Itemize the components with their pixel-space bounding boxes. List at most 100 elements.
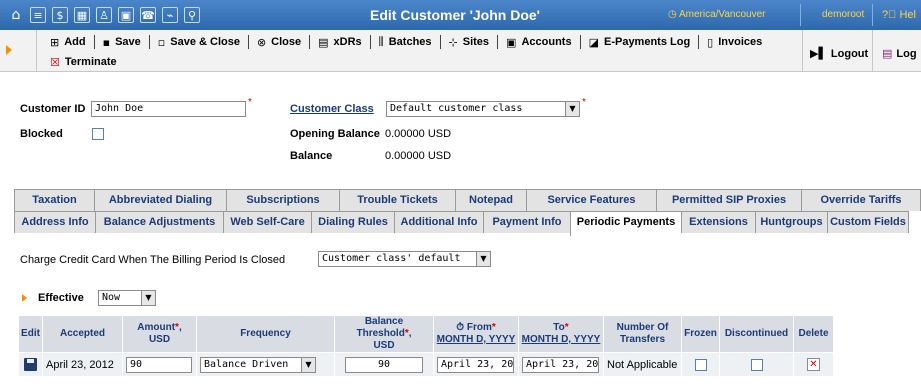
accepted-cell: April 23, 2012 (42, 352, 123, 377)
blocked-label: Blocked (20, 128, 63, 140)
from-date-input[interactable]: April 23, 20 (437, 356, 514, 373)
phone-icon[interactable]: ☎ (140, 7, 156, 23)
divider (802, 30, 803, 72)
amount-input[interactable]: 90 (126, 356, 192, 373)
tab-balance-adjustments[interactable]: Balance Adjustments (95, 211, 223, 233)
batches-button[interactable]: ⫼ Batches (371, 35, 441, 49)
col-amount: Amount*, USD (122, 315, 197, 353)
delete-icon[interactable]: ✕ (807, 358, 820, 371)
col-to: To* MONTH D, YYYY (518, 315, 604, 353)
tab-permitted-sip-proxies[interactable]: Permitted SIP Proxies (656, 189, 801, 211)
sites-button[interactable]: ⊹ Sites (441, 35, 499, 49)
discontinued-checkbox[interactable] (750, 358, 763, 371)
chevron-down-icon: ▼ (476, 252, 490, 266)
e-payments-log-button[interactable]: ◪ E-Payments Log (581, 35, 700, 49)
charge-credit-card-select[interactable]: Customer class' default ▼ (318, 251, 491, 267)
chart-icon[interactable]: ⌁ (162, 7, 178, 23)
clock-icon: ◷ (668, 9, 679, 20)
help-link[interactable]: ?⃞ Hel (882, 0, 916, 30)
chevron-down-icon: ▼ (565, 102, 579, 116)
save-close-button[interactable]: ▫ Save & Close (150, 35, 249, 49)
close-button[interactable]: ⊗ Close (249, 35, 311, 49)
tab-abbreviated-dialing[interactable]: Abbreviated Dialing (94, 189, 226, 211)
terminate-button[interactable]: ☒ Terminate (44, 55, 125, 69)
timer-icon: ⏱ (456, 322, 467, 333)
tab-payment-info[interactable]: Payment Info (483, 211, 570, 233)
tab-dialing-rules[interactable]: Dialing Rules (311, 211, 394, 233)
logout-icon: ▶▌ (810, 47, 827, 60)
tab-subscriptions[interactable]: Subscriptions (226, 189, 339, 211)
from-format-link[interactable]: MONTH D, YYYY (437, 334, 516, 345)
xdrs-icon: ▤ (318, 35, 329, 49)
col-edit: Edit (18, 315, 43, 353)
dollar-icon[interactable]: $ (52, 7, 68, 23)
tab-trouble-tickets[interactable]: Trouble Tickets (339, 189, 455, 211)
effective-select[interactable]: Now ▼ (98, 290, 156, 306)
divider (36, 30, 37, 72)
customer-class-link[interactable]: Customer Class (290, 103, 374, 115)
tab-custom-fields[interactable]: Custom Fields (827, 211, 909, 233)
invoices-icon: ▯ (707, 35, 714, 49)
tab-taxation[interactable]: Taxation (14, 189, 94, 211)
person-icon[interactable]: ♙ (96, 7, 112, 23)
list-icon[interactable]: ≡ (30, 7, 46, 23)
frequency-select[interactable]: Balance Driven ▼ (200, 356, 316, 373)
tab-extensions[interactable]: Extensions (681, 211, 755, 233)
collapse-arrow-icon[interactable] (6, 45, 12, 55)
tab-periodic-payments[interactable]: Periodic Payments (570, 211, 681, 236)
chevron-down-icon: ▼ (301, 357, 315, 372)
invoices-button[interactable]: ▯ Invoices (699, 35, 770, 49)
blocked-checkbox[interactable] (92, 128, 104, 140)
customer-id-input[interactable]: John Doe (91, 101, 246, 117)
required-marker: * (248, 97, 252, 108)
toolbar-row-2: ☒ Terminate (44, 54, 125, 70)
effective-arrow-icon (22, 294, 27, 302)
tab-additional-info[interactable]: Additional Info (394, 211, 483, 233)
to-date-input[interactable]: April 23, 20 (522, 356, 599, 373)
tab-row-2: Address Info Balance Adjustments Web Sel… (14, 211, 909, 236)
col-discontinued: Discontinued (719, 315, 794, 353)
toolbar: ⊞ Add ▪ Save ▫ Save & Close ⊗ Close ▤ xDRs ⫼ B… (0, 30, 921, 72)
tab-address-info[interactable]: Address Info (14, 211, 95, 233)
tab-notepad[interactable]: Notepad (455, 189, 526, 211)
accounts-icon: ▣ (506, 35, 517, 49)
col-balance-threshold: Balance Threshold*, USD (334, 315, 434, 353)
grid-icon[interactable]: ▦ (74, 7, 90, 23)
tab-row-1: Taxation Abbreviated Dialing Subscriptio… (14, 189, 921, 211)
home-icon[interactable]: ⌂ (8, 7, 24, 23)
save-button[interactable]: ▪ Save (95, 35, 150, 49)
save-icon: ▪ (102, 35, 111, 49)
balance-threshold-input[interactable]: 90 (345, 356, 423, 373)
col-frozen: Frozen (681, 315, 720, 353)
search-icon[interactable]: ⚲ (184, 7, 200, 23)
add-button[interactable]: ⊞ Add (44, 35, 95, 49)
e-payments-icon: ◪ (588, 35, 599, 49)
close-icon: ⊗ (256, 35, 267, 49)
help-icon: ?⃞ (882, 9, 900, 21)
required-marker: * (582, 97, 586, 108)
col-accepted: Accepted (42, 315, 123, 353)
opening-balance-value: 0.00000 USD (385, 128, 452, 140)
tab-service-features[interactable]: Service Features (526, 189, 656, 211)
tab-override-tariffs[interactable]: Override Tariffs (801, 189, 921, 211)
log-button[interactable]: ▤ Log (882, 47, 917, 60)
add-icon: ⊞ (50, 35, 60, 49)
timezone-link[interactable]: ◷ America/Vancouver (668, 0, 765, 30)
phone-book-icon[interactable]: ▣ (118, 7, 134, 23)
tab-web-self-care[interactable]: Web Self-Care (223, 211, 311, 233)
accounts-button[interactable]: ▣ Accounts (498, 35, 581, 49)
logout-button[interactable]: ▶▌ Logout (810, 47, 868, 60)
page-title: Edit Customer 'John Doe' (370, 7, 541, 23)
xdrs-button[interactable]: ▤ xDRs (310, 35, 371, 49)
toolbar-row-1: ⊞ Add ▪ Save ▫ Save & Close ⊗ Close ▤ xDRs ⫼ B… (44, 34, 770, 50)
log-icon: ▤ (882, 47, 893, 60)
periodic-payments-table: Edit Accepted Amount*, USD Frequency Bala… (18, 315, 834, 377)
balance-value: 0.00000 USD (385, 150, 452, 162)
save-icon[interactable] (24, 358, 37, 371)
tab-huntgroups[interactable]: Huntgroups (755, 211, 827, 233)
to-format-link[interactable]: MONTH D, YYYY (522, 334, 601, 345)
customer-class-select[interactable]: Default customer class ▼ (386, 101, 580, 117)
user-name[interactable]: demoroot (822, 0, 864, 30)
frozen-checkbox[interactable] (694, 358, 707, 371)
charge-credit-card-label: Charge Credit Card When The Billing Peri… (20, 254, 286, 266)
